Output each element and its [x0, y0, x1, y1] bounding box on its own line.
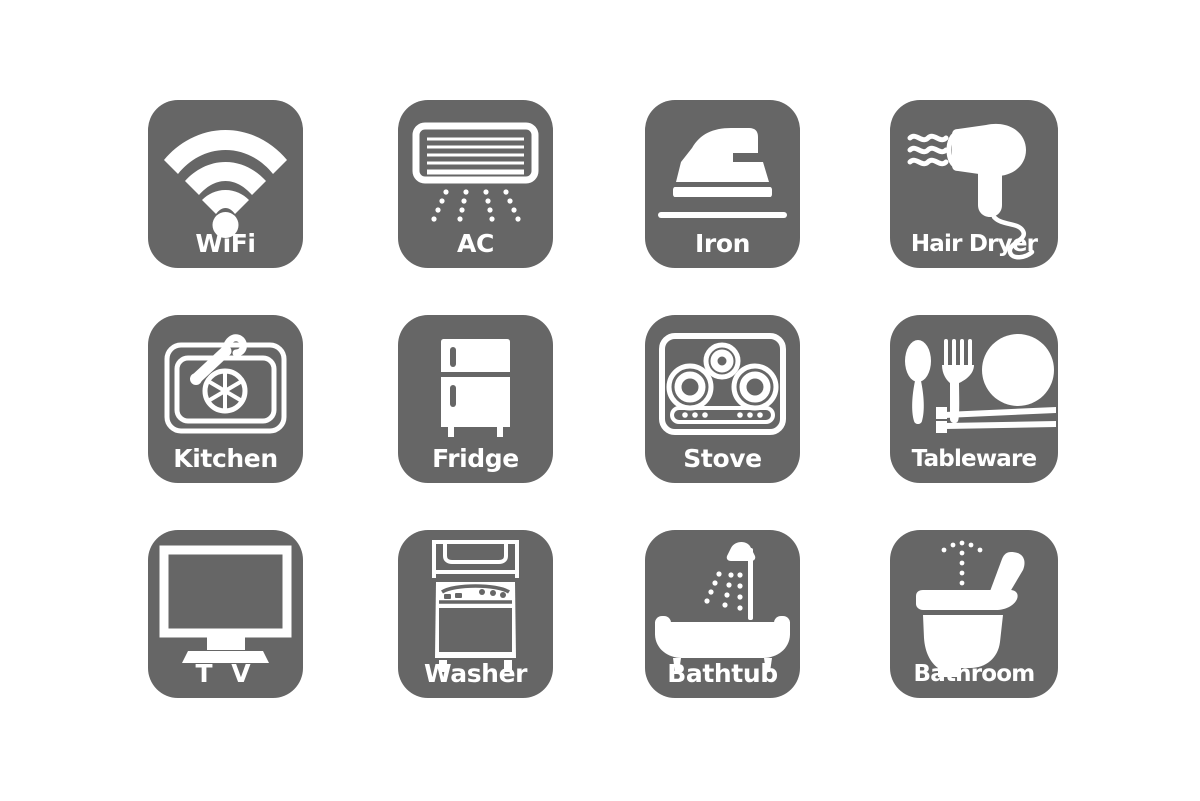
tile-label: Bathroom [913, 661, 1036, 687]
tile-label: Washer [423, 659, 528, 688]
tile-tableware[interactable]: Tableware [890, 315, 1058, 483]
tile-bathroom[interactable]: Bathroom [890, 530, 1058, 698]
tile-label: Iron [694, 229, 750, 258]
tile-label: Bathtub [667, 659, 778, 688]
tile-label: Stove [683, 444, 762, 473]
tile-label: AC [457, 229, 494, 258]
tile-stove[interactable]: Stove [645, 315, 800, 483]
tile-ac[interactable]: AC [398, 100, 553, 268]
tile-washer[interactable]: Washer [398, 530, 553, 698]
tile-label: Kitchen [173, 444, 278, 473]
tile-label: T V [195, 659, 256, 688]
icon-grid: WiFi AC Iron Hair Dryer Kitchen Fridge S… [0, 0, 1200, 801]
tile-bathtub[interactable]: Bathtub [645, 530, 800, 698]
tile-hair-dryer[interactable]: Hair Dryer [890, 100, 1058, 268]
tile-wifi[interactable]: WiFi [148, 100, 303, 268]
tile-label: Hair Dryer [910, 231, 1038, 257]
tile-label: WiFi [195, 229, 256, 258]
tile-tv[interactable]: T V [148, 530, 303, 698]
tile-label: Fridge [432, 444, 519, 473]
tile-iron[interactable]: Iron [645, 100, 800, 268]
tile-kitchen[interactable]: Kitchen [148, 315, 303, 483]
tile-label: Tableware [911, 446, 1038, 472]
tile-fridge[interactable]: Fridge [398, 315, 553, 483]
